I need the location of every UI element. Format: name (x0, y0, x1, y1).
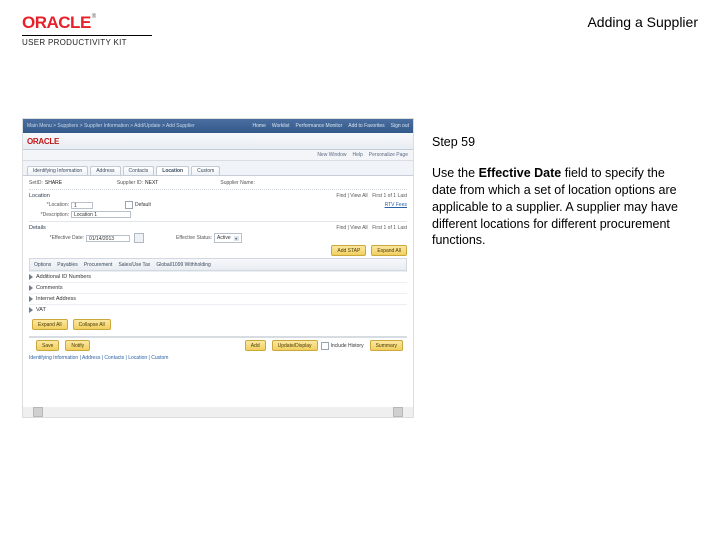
add-button[interactable]: Add (245, 340, 266, 351)
scroll-left-icon[interactable] (33, 407, 43, 417)
effstat-dropdown[interactable]: Active▾ (214, 233, 242, 243)
breadcrumb[interactable]: Main Menu > Suppliers > Supplier Informa… (27, 123, 195, 129)
supname-label: Supplier Name: (220, 180, 254, 186)
tabstrip: Identifying Information Address Contacts… (23, 161, 413, 176)
tab-identifying[interactable]: Identifying Information (27, 166, 88, 175)
expand-all-button2[interactable]: Expand All (32, 319, 68, 330)
loc-input[interactable]: 1 (71, 202, 93, 209)
triangle-right-icon (29, 296, 33, 302)
expander-label: Internet Address (36, 296, 76, 302)
desc-label: *Description: (29, 212, 69, 218)
expander-label: Comments (36, 285, 63, 291)
step-label: Step 59 (432, 134, 692, 151)
brand-trademark: ® (92, 14, 96, 20)
tab-address[interactable]: Address (90, 166, 120, 175)
top-links: Home Worklist Performance Monitor Add to… (253, 123, 409, 129)
tab-custom[interactable]: Custom (191, 166, 220, 175)
brand-word: ORACLE (22, 13, 91, 32)
link-signout[interactable]: Sign out (391, 123, 409, 129)
page-title: Adding a Supplier (587, 14, 698, 30)
link-personalize[interactable]: Personalize Page (369, 152, 408, 158)
brand-rule (22, 35, 152, 36)
loc-label: *Location: (29, 202, 69, 208)
tab-contacts[interactable]: Contacts (123, 166, 155, 175)
instruction-pre: Use the (432, 166, 479, 180)
location-header: Location (29, 193, 50, 199)
horizontal-scrollbar[interactable] (23, 407, 413, 417)
link-home[interactable]: Home (253, 123, 266, 129)
instruction-panel: Step 59 Use the Effective Date field to … (432, 134, 692, 249)
update-button[interactable]: Update/Display (272, 340, 318, 351)
collapse-all-button[interactable]: Collapse All (73, 319, 111, 330)
first-link[interactable]: First (372, 193, 382, 199)
expander-label: Additional ID Numbers (36, 274, 91, 280)
link-newwindow[interactable]: New Window (317, 152, 346, 158)
desc-input[interactable]: Location 1 (71, 211, 131, 218)
find-link[interactable]: Find | View All (336, 193, 367, 199)
scroll-right-icon[interactable] (393, 407, 403, 417)
last-link2[interactable]: Last (398, 225, 407, 231)
app-topbar: Main Menu > Suppliers > Supplier Informa… (23, 119, 413, 133)
brand-subtitle: USER PRODUCTIVITY KIT (22, 38, 152, 47)
app-subheader: New Window Help Personalize Page (23, 150, 413, 161)
find-link2[interactable]: Find | View All (336, 225, 367, 231)
calendar-icon[interactable] (134, 233, 144, 243)
effstat-label: Effective Status: (176, 235, 212, 241)
count1: 1 of 1 (384, 193, 397, 199)
last-link[interactable]: Last (398, 193, 407, 199)
link-perf[interactable]: Performance Monitor (296, 123, 343, 129)
count2: 1 of 1 (384, 225, 397, 231)
effstat-value: Active (217, 235, 231, 241)
triangle-right-icon (29, 274, 33, 280)
app-brand: ORACLE (27, 137, 59, 146)
app-brandbar: ORACLE (23, 133, 413, 150)
triangle-right-icon (29, 307, 33, 313)
expander-idnumbers[interactable]: Additional ID Numbers (29, 271, 407, 282)
triangle-right-icon (29, 285, 33, 291)
expander-internet[interactable]: Internet Address (29, 293, 407, 304)
default-checkbox[interactable]: Default (125, 201, 151, 209)
rtv-link[interactable]: RTV Fees (385, 202, 407, 208)
include-history-label: Include History (331, 343, 364, 349)
brand-block: ORACLE® USER PRODUCTIVITY KIT (22, 14, 152, 47)
col-withholding[interactable]: Global/1099 Withholding (156, 262, 210, 268)
expander-vat[interactable]: VAT (29, 304, 407, 315)
details-header: Details (29, 225, 46, 231)
chevron-down-icon: ▾ (234, 236, 239, 241)
setid-value: SHARE (45, 180, 85, 186)
supid-label: Supplier ID: (117, 180, 143, 186)
save-button[interactable]: Save (36, 340, 59, 351)
link-help[interactable]: Help (353, 152, 363, 158)
instruction-text: Use the Effective Date field to specify … (432, 165, 692, 249)
expand-all-button[interactable]: Expand All (371, 245, 407, 256)
col-payables[interactable]: Payables (57, 262, 78, 268)
expander-label: VAT (36, 307, 46, 313)
notify-button[interactable]: Notify (65, 340, 90, 351)
expander-comments[interactable]: Comments (29, 282, 407, 293)
tab-location[interactable]: Location (156, 166, 189, 175)
instruction-bold: Effective Date (479, 166, 562, 180)
effdate-input[interactable]: 01/14/2013 (86, 235, 130, 242)
first-link2[interactable]: First (372, 225, 382, 231)
link-worklist[interactable]: Worklist (272, 123, 290, 129)
detail-toolbar: Options Payables Procurement Sales/Use T… (29, 258, 407, 271)
include-history-checkbox[interactable]: Include History (321, 342, 364, 350)
footer-right: Add Update/Display Include History Summa… (242, 340, 403, 351)
app-screenshot: Main Menu > Suppliers > Supplier Informa… (22, 118, 414, 418)
summary-button[interactable]: Summary (370, 340, 403, 351)
col-salestax[interactable]: Sales/Use Tax (118, 262, 150, 268)
add-stap-button[interactable]: Add STAP (331, 245, 366, 256)
bottom-tabstrip[interactable]: Identifying Information | Address | Cont… (29, 355, 168, 361)
col-options[interactable]: Options (34, 262, 51, 268)
setid-label: SetID: (29, 180, 43, 186)
col-procurement[interactable]: Procurement (84, 262, 113, 268)
link-fav[interactable]: Add to Favorites (348, 123, 384, 129)
effdate-label: *Effective Date: (29, 235, 84, 241)
footer-left: Save Notify (33, 340, 90, 351)
default-label: Default (135, 202, 151, 208)
supid-value: NEXT (145, 180, 158, 186)
page-header: ORACLE® USER PRODUCTIVITY KIT Adding a S… (22, 14, 698, 47)
app-content: SetID: SHARE Supplier ID: NEXT Supplier … (23, 176, 413, 367)
